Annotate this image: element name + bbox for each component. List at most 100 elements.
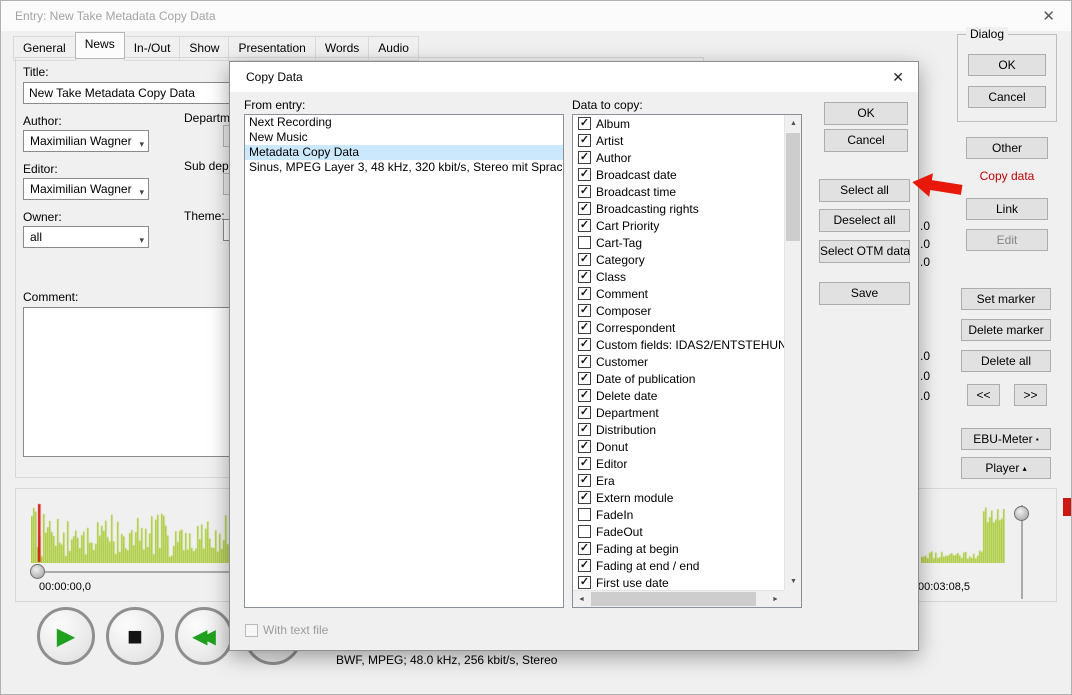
scroll-up-icon[interactable]: ▲ xyxy=(785,115,802,132)
delete-marker-button[interactable]: Delete marker xyxy=(961,319,1051,341)
horizontal-scrollbar[interactable]: ◄ ► xyxy=(573,590,784,607)
data-to-copy-item-label: Cart Priority xyxy=(596,219,659,233)
player-button[interactable]: Player ▴ xyxy=(961,457,1051,479)
data-to-copy-item[interactable]: ✓Era xyxy=(573,472,784,489)
data-to-copy-item[interactable]: ✓Distribution xyxy=(573,421,784,438)
data-to-copy-item-label: FadeIn xyxy=(596,508,633,522)
delete-all-button[interactable]: Delete all xyxy=(961,350,1051,372)
from-entry-item[interactable]: Metadata Copy Data xyxy=(245,145,563,160)
player-label: Player xyxy=(985,461,1019,475)
data-to-copy-item-label: Cart-Tag xyxy=(596,236,642,250)
horizontal-scrollbar-thumb[interactable] xyxy=(591,592,756,606)
other-button[interactable]: Other xyxy=(966,137,1048,159)
rewind-button[interactable]: ◀◀ xyxy=(175,607,233,665)
copy-data-button[interactable]: Copy data xyxy=(966,169,1048,183)
copy-data-close-icon[interactable]: ✕ xyxy=(892,69,904,86)
data-to-copy-item-label: Broadcast date xyxy=(596,168,677,182)
data-to-copy-item[interactable]: FadeOut xyxy=(573,523,784,540)
deselect-all-button[interactable]: Deselect all xyxy=(819,209,910,232)
data-to-copy-item-label: Broadcast time xyxy=(596,185,676,199)
rewind-icon: ◀◀ xyxy=(192,624,216,649)
scroll-right-icon[interactable]: ► xyxy=(767,591,784,608)
data-to-copy-item[interactable]: Cart-Tag xyxy=(573,234,784,251)
stop-button[interactable]: ■ xyxy=(106,607,164,665)
entry-window: Entry: New Take Metadata Copy Data ✕ Gen… xyxy=(0,0,1072,695)
from-entry-list[interactable]: Next RecordingNew MusicMetadata Copy Dat… xyxy=(244,114,564,608)
from-entry-label: From entry: xyxy=(244,98,305,112)
from-entry-item[interactable]: Next Recording xyxy=(245,115,563,130)
data-to-copy-item[interactable]: ✓Broadcasting rights xyxy=(573,200,784,217)
chevron-down-icon: ▾ xyxy=(139,182,144,200)
data-to-copy-list[interactable]: ✓Album✓Artist✓Author✓Broadcast date✓Broa… xyxy=(572,114,802,608)
data-to-copy-item-label: Customer xyxy=(596,355,648,369)
checkbox-icon: ✓ xyxy=(578,321,591,334)
value-fragment: .0 xyxy=(920,237,930,251)
scroll-left-icon[interactable]: ◄ xyxy=(573,591,590,608)
data-to-copy-item[interactable]: ✓Artist xyxy=(573,132,784,149)
window-title: Entry: New Take Metadata Copy Data xyxy=(15,9,216,23)
data-to-copy-item[interactable]: ✓Editor xyxy=(573,455,784,472)
data-to-copy-item[interactable]: ✓Department xyxy=(573,404,784,421)
ok-button[interactable]: OK xyxy=(824,102,908,125)
value-fragment: .0 xyxy=(920,389,930,403)
data-to-copy-item-label: Composer xyxy=(596,304,651,318)
scroll-down-icon[interactable]: ▼ xyxy=(785,573,802,590)
player-up-icon: ▴ xyxy=(1023,464,1027,473)
value-fragment: .0 xyxy=(920,349,930,363)
position-slider-thumb[interactable] xyxy=(30,564,45,579)
editor-dropdown[interactable]: Maximilian Wagner ▾ xyxy=(23,178,149,200)
data-to-copy-item[interactable]: ✓Broadcast date xyxy=(573,166,784,183)
data-to-copy-item[interactable]: ✓Broadcast time xyxy=(573,183,784,200)
window-close-icon[interactable]: ✕ xyxy=(1042,7,1055,25)
dialog-ok-button[interactable]: OK xyxy=(968,54,1046,76)
vertical-scrollbar[interactable]: ▲ ▼ xyxy=(784,115,801,590)
checkbox-icon: ✓ xyxy=(578,576,591,589)
owner-dropdown[interactable]: all ▾ xyxy=(23,226,149,248)
previous-button[interactable]: << xyxy=(967,384,1000,406)
data-to-copy-item[interactable]: ✓Date of publication xyxy=(573,370,784,387)
data-to-copy-item[interactable]: ✓Album xyxy=(573,115,784,132)
set-marker-button[interactable]: Set marker xyxy=(961,288,1051,310)
data-to-copy-item[interactable]: ✓Comment xyxy=(573,285,784,302)
data-to-copy-item-label: Delete date xyxy=(596,389,657,403)
data-to-copy-item[interactable]: ✓Customer xyxy=(573,353,784,370)
ebu-meter-button[interactable]: EBU-Meter ▪ xyxy=(961,428,1051,450)
select-otm-data-button[interactable]: Select OTM data xyxy=(819,240,910,263)
data-to-copy-item[interactable]: ✓Cart Priority xyxy=(573,217,784,234)
tab-news[interactable]: News xyxy=(75,32,125,59)
save-button[interactable]: Save xyxy=(819,282,910,305)
value-fragment: .0 xyxy=(920,255,930,269)
data-to-copy-item[interactable]: FadeIn xyxy=(573,506,784,523)
data-to-copy-item[interactable]: ✓Delete date xyxy=(573,387,784,404)
data-to-copy-item-label: Artist xyxy=(596,134,623,148)
next-button[interactable]: >> xyxy=(1014,384,1047,406)
data-to-copy-item[interactable]: ✓Fading at end / end xyxy=(573,557,784,574)
data-to-copy-item[interactable]: ✓Donut xyxy=(573,438,784,455)
data-to-copy-item[interactable]: ✓Author xyxy=(573,149,784,166)
author-dropdown[interactable]: Maximilian Wagner ▾ xyxy=(23,130,149,152)
data-to-copy-item[interactable]: ✓Composer xyxy=(573,302,784,319)
data-to-copy-item-label: Class xyxy=(596,270,626,284)
from-entry-item[interactable]: New Music xyxy=(245,130,563,145)
data-to-copy-item[interactable]: ✓Fading at begin xyxy=(573,540,784,557)
data-to-copy-item-label: Correspondent xyxy=(596,321,675,335)
author-value: Maximilian Wagner xyxy=(30,134,132,148)
vertical-scrollbar-thumb[interactable] xyxy=(786,133,800,241)
dialog-group-title: Dialog xyxy=(966,27,1008,41)
from-entry-item[interactable]: Sinus, MPEG Layer 3, 48 kHz, 320 kbit/s,… xyxy=(245,160,563,175)
data-to-copy-item[interactable]: ✓ Correspondent xyxy=(573,319,784,336)
data-to-copy-item[interactable]: ✓First use date xyxy=(573,574,784,590)
play-button[interactable]: ▶ xyxy=(37,607,95,665)
owner-label: Owner: xyxy=(23,210,62,224)
data-to-copy-item[interactable]: ✓Class xyxy=(573,268,784,285)
dialog-cancel-button[interactable]: Cancel xyxy=(968,86,1046,108)
data-to-copy-item[interactable]: ✓Extern module xyxy=(573,489,784,506)
cancel-button[interactable]: Cancel xyxy=(824,129,908,152)
data-to-copy-item[interactable]: ✓Category xyxy=(573,251,784,268)
select-all-button[interactable]: Select all xyxy=(819,179,910,202)
volume-slider-thumb[interactable] xyxy=(1014,506,1029,521)
data-to-copy-item[interactable]: ✓Custom fields: IDAS2/ENTSTEHUNGSA xyxy=(573,336,784,353)
link-button[interactable]: Link xyxy=(966,198,1048,220)
data-to-copy-item-label: Editor xyxy=(596,457,627,471)
theme-label: Theme: xyxy=(184,209,225,223)
